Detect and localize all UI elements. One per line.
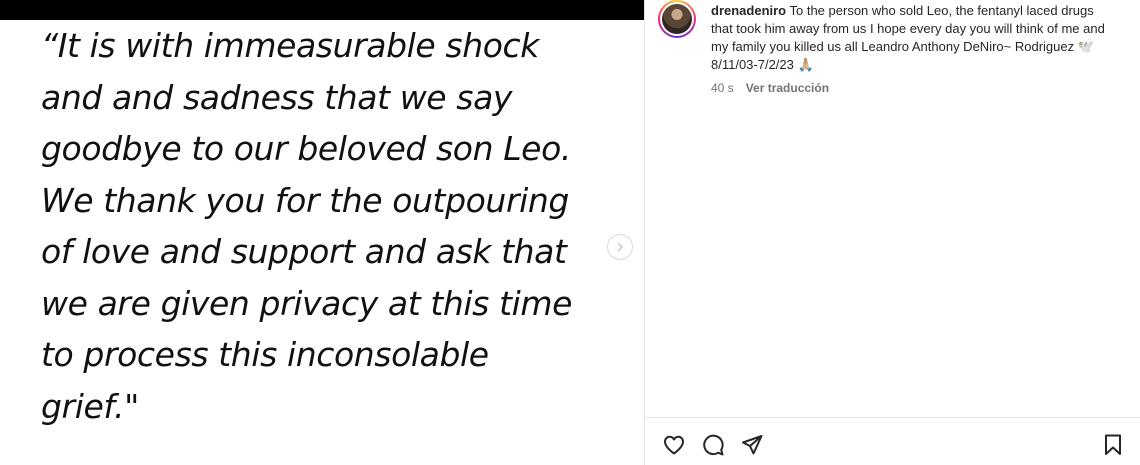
save-button[interactable]	[1100, 432, 1126, 458]
next-slide-button[interactable]	[607, 234, 633, 260]
bookmark-icon	[1101, 433, 1125, 457]
post-viewer: “It is with immeasurable shock and and s…	[0, 0, 1140, 465]
post-media: “It is with immeasurable shock and and s…	[0, 0, 644, 465]
quote-line: to process this inconsolable	[41, 335, 489, 374]
avatar[interactable]	[658, 0, 696, 38]
comment-button[interactable]	[700, 432, 726, 458]
heart-icon	[662, 433, 686, 457]
action-bar	[645, 417, 1140, 465]
quote-line: goodbye to our beloved son Leo.	[41, 129, 571, 168]
quote-line: “It is with immeasurable shock	[41, 26, 539, 65]
post-side-panel: drenadeniro To the person who sold Leo, …	[644, 0, 1140, 465]
send-icon	[740, 433, 764, 457]
media-top-bar	[0, 0, 644, 20]
quote-text: “It is with immeasurable shock and and s…	[41, 20, 601, 432]
profile-photo	[662, 4, 692, 34]
quote-line: and and sadness that we say	[41, 77, 513, 117]
see-translation-button[interactable]: Ver traducción	[746, 79, 829, 97]
chevron-right-icon	[615, 242, 625, 252]
comment-text-block: drenadeniro To the person who sold Leo, …	[711, 2, 1111, 74]
comment-body: drenadeniro To the person who sold Leo, …	[711, 2, 1111, 97]
comment-icon	[701, 433, 725, 457]
caption-comment: drenadeniro To the person who sold Leo, …	[658, 0, 1128, 97]
comment-meta: 40 s Ver traducción	[711, 79, 1111, 97]
quote-line: We thank you for the outpouring	[41, 180, 569, 220]
quote-line: of love and support and ask that	[41, 232, 567, 271]
username-link[interactable]: drenadeniro	[711, 3, 786, 18]
share-button[interactable]	[739, 432, 765, 458]
like-button[interactable]	[661, 432, 687, 458]
comment-timestamp[interactable]: 40 s	[711, 79, 734, 97]
quote-line: we are given privacy at this time	[41, 283, 573, 323]
quote-line: grief."	[41, 386, 139, 426]
